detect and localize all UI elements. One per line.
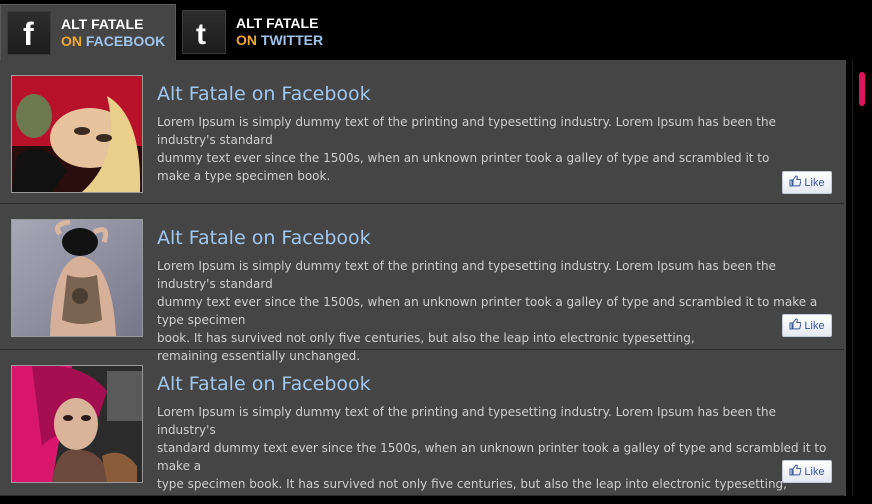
post-title[interactable]: Alt Fatale on Facebook: [157, 373, 371, 395]
post-body: Lorem Ipsum is simply dummy text of the …: [157, 115, 777, 183]
scrollbar-track[interactable]: [858, 60, 866, 496]
like-button[interactable]: Like: [782, 460, 832, 483]
post-photo[interactable]: [11, 365, 143, 483]
social-tabs: f ALT FATALE ON FACEBOOK t ALT FATALE ON…: [0, 0, 872, 60]
twitter-icon: t: [182, 10, 226, 54]
tab-facebook-on: ON: [61, 33, 82, 49]
tab-twitter-on: ON: [236, 32, 257, 48]
feed-post: Alt Fatale on Facebook Lorem Ipsum is si…: [0, 206, 844, 363]
thumbs-up-icon: [789, 175, 802, 190]
tab-twitter-network: TWITTER: [260, 32, 324, 48]
tab-twitter-title: ALT FATALE: [236, 15, 319, 31]
like-label: Like: [804, 465, 825, 478]
scrollbar-thumb[interactable]: [859, 72, 865, 106]
thumbs-up-icon: [789, 318, 802, 333]
tab-facebook-network: FACEBOOK: [85, 33, 166, 49]
scroll-divider: [852, 60, 853, 496]
post-title[interactable]: Alt Fatale on Facebook: [157, 227, 371, 249]
feed-post: Alt Fatale on Facebook Lorem Ipsum is si…: [0, 352, 844, 496]
facebook-icon: f: [7, 11, 51, 55]
post-title[interactable]: Alt Fatale on Facebook: [157, 83, 371, 105]
like-label: Like: [804, 176, 825, 189]
thumbs-up-icon: [789, 464, 802, 479]
post-photo[interactable]: [11, 219, 143, 337]
like-button[interactable]: Like: [782, 171, 832, 194]
like-label: Like: [804, 319, 825, 332]
post-photo[interactable]: [11, 75, 143, 193]
feed-post: Alt Fatale on Facebook Lorem Ipsum is si…: [0, 60, 844, 204]
svg-text:f: f: [23, 16, 34, 50]
facebook-feed: Alt Fatale on Facebook Lorem Ipsum is si…: [0, 60, 846, 496]
tab-facebook[interactable]: f ALT FATALE ON FACEBOOK: [0, 4, 176, 60]
post-body: Lorem Ipsum is simply dummy text of the …: [157, 405, 827, 496]
tab-twitter[interactable]: t ALT FATALE ON TWITTER: [176, 4, 336, 60]
like-button[interactable]: Like: [782, 314, 832, 337]
tab-facebook-title: ALT FATALE: [61, 16, 144, 32]
svg-text:t: t: [196, 18, 206, 49]
post-body: Lorem Ipsum is simply dummy text of the …: [157, 259, 818, 363]
